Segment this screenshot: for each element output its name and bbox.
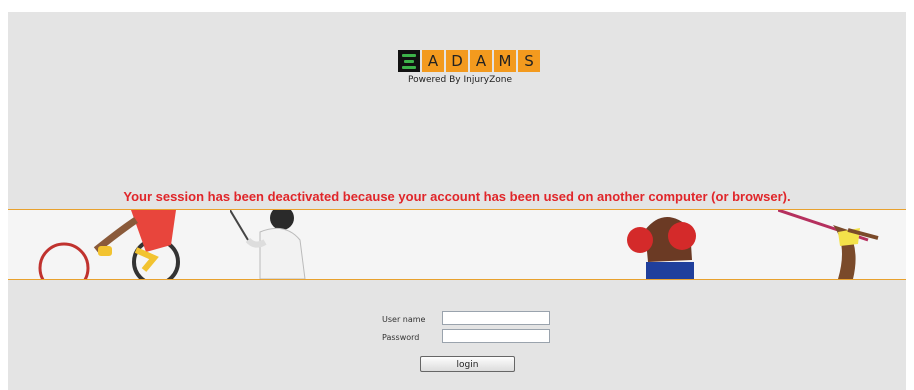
password-label: Password — [382, 333, 420, 342]
fencer-image — [230, 210, 306, 279]
logo-letter: S — [518, 50, 540, 72]
logo-letter: M — [494, 50, 516, 72]
adams-mark-icon — [398, 50, 420, 72]
page-frame: A D A M S Powered By InjuryZone Your ses… — [8, 12, 906, 390]
adams-logo: A D A M S Powered By InjuryZone — [398, 50, 548, 98]
wheelchair-racer-image — [38, 210, 180, 279]
high-jumper-image — [778, 210, 879, 279]
logo-tagline: Powered By InjuryZone — [408, 75, 512, 85]
logo-letter: A — [422, 50, 444, 72]
username-input[interactable] — [442, 311, 550, 325]
boxer-image — [627, 216, 696, 279]
username-label: User name — [382, 315, 426, 324]
athletes-banner — [8, 209, 906, 280]
session-deactivated-message: Your session has been deactivated becaus… — [123, 189, 791, 204]
password-input[interactable] — [442, 329, 550, 343]
logo-letter: A — [470, 50, 492, 72]
logo-letter: D — [446, 50, 468, 72]
login-button[interactable]: login — [420, 356, 515, 372]
